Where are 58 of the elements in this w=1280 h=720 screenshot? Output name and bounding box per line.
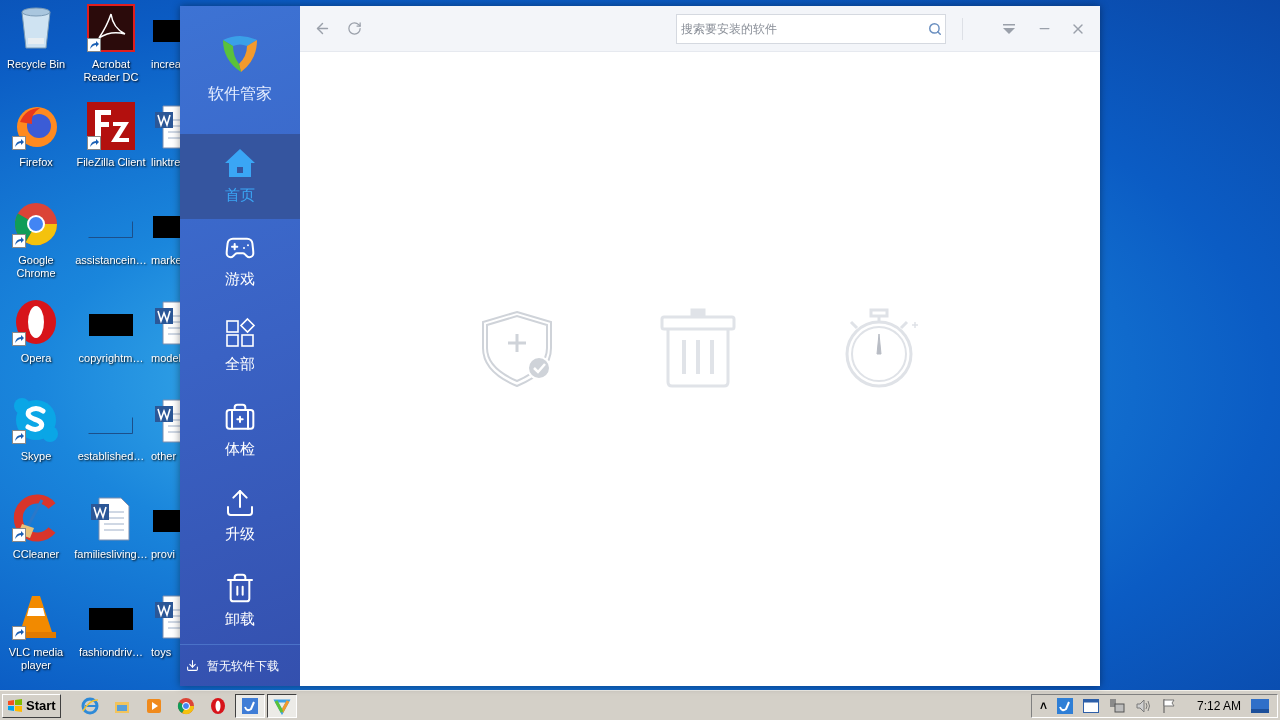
- desktop-icon-label[interactable]: FileZilla Client: [74, 156, 148, 169]
- desktop-icon-label[interactable]: Recycle Bin: [0, 58, 73, 71]
- chrome-icon: [176, 696, 195, 715]
- desktop-icon-label[interactable]: increa: [151, 58, 181, 71]
- nav-item[interactable]: 卸载: [180, 559, 300, 644]
- desktop-icon-label[interactable]: CCleaner: [0, 548, 73, 561]
- clock[interactable]: 7:12 AM: [1196, 696, 1241, 715]
- taskbar-button[interactable]: [266, 693, 297, 718]
- desktop-icon-label[interactable]: Skype: [0, 450, 73, 463]
- chrome-icon: [12, 200, 60, 248]
- desktop-icon-label[interactable]: established…: [74, 450, 148, 463]
- trash-icon: [224, 572, 256, 605]
- desktop-icon-label[interactable]: VLC media player: [0, 646, 73, 672]
- desktop-icon-label[interactable]: model: [151, 352, 181, 365]
- media-player-icon: [144, 696, 163, 715]
- nav-item[interactable]: 升级: [180, 474, 300, 559]
- desktop-icon-label[interactable]: provi: [151, 548, 175, 561]
- nav-item[interactable]: 游戏: [180, 219, 300, 304]
- tray-expand-button[interactable]: ˄: [1039, 696, 1047, 715]
- grid-icon: [224, 317, 256, 350]
- skype-icon: [12, 396, 60, 444]
- acrobat-icon: [87, 4, 135, 52]
- desktop-icon-label[interactable]: Acrobat Reader DC: [74, 58, 148, 84]
- window-icon[interactable]: [1082, 698, 1099, 713]
- back-icon[interactable]: [314, 20, 331, 37]
- desktop-icon-label[interactable]: Firefox: [0, 156, 73, 169]
- desktop-icon-label[interactable]: Google Chrome: [0, 254, 73, 280]
- app-tool-icon: [240, 696, 259, 715]
- nav-item[interactable]: 体检: [180, 389, 300, 474]
- downloads-button[interactable]: 暂无软件下载: [180, 644, 300, 686]
- internet-explorer-icon: [80, 696, 99, 715]
- search-icon[interactable]: [928, 21, 942, 36]
- network-icon[interactable]: [1108, 697, 1125, 714]
- windows-logo-icon: [7, 698, 23, 713]
- app-tool-icon[interactable]: [1056, 697, 1073, 714]
- speaker-icon[interactable]: [1134, 697, 1151, 714]
- opera-icon: [208, 696, 227, 715]
- desktop-icon-label[interactable]: toys: [151, 646, 172, 659]
- nav-item[interactable]: 首页: [180, 134, 300, 219]
- desktop-icon-label[interactable]: assistancein…: [74, 254, 148, 267]
- refresh-icon[interactable]: [347, 21, 362, 36]
- desktop-icon-label[interactable]: linktre: [151, 156, 181, 169]
- filezilla-icon: [87, 102, 135, 150]
- flag-icon[interactable]: [1160, 697, 1177, 714]
- show-desktop-icon[interactable]: [1251, 698, 1269, 713]
- desktop-icon-label[interactable]: fashiondriv…: [74, 646, 148, 659]
- download-icon: [186, 659, 199, 672]
- desktop-icon-label[interactable]: other: [151, 450, 177, 463]
- desktop-icon-label[interactable]: Opera: [0, 352, 73, 365]
- dropdown-menu-icon[interactable]: [1003, 23, 1015, 34]
- nav-item[interactable]: 全部: [180, 304, 300, 389]
- app-title: 软件管家: [208, 84, 272, 104]
- search-field[interactable]: 搜索要安装的软件: [676, 13, 946, 44]
- taskbar-button[interactable]: [234, 693, 265, 718]
- desktop-icon-label[interactable]: marke: [151, 254, 182, 267]
- desktop-icon-label[interactable]: familiesliving…: [74, 548, 148, 561]
- desktop-icon-label[interactable]: copyrightm…: [74, 352, 148, 365]
- start-button[interactable]: Start: [2, 693, 61, 718]
